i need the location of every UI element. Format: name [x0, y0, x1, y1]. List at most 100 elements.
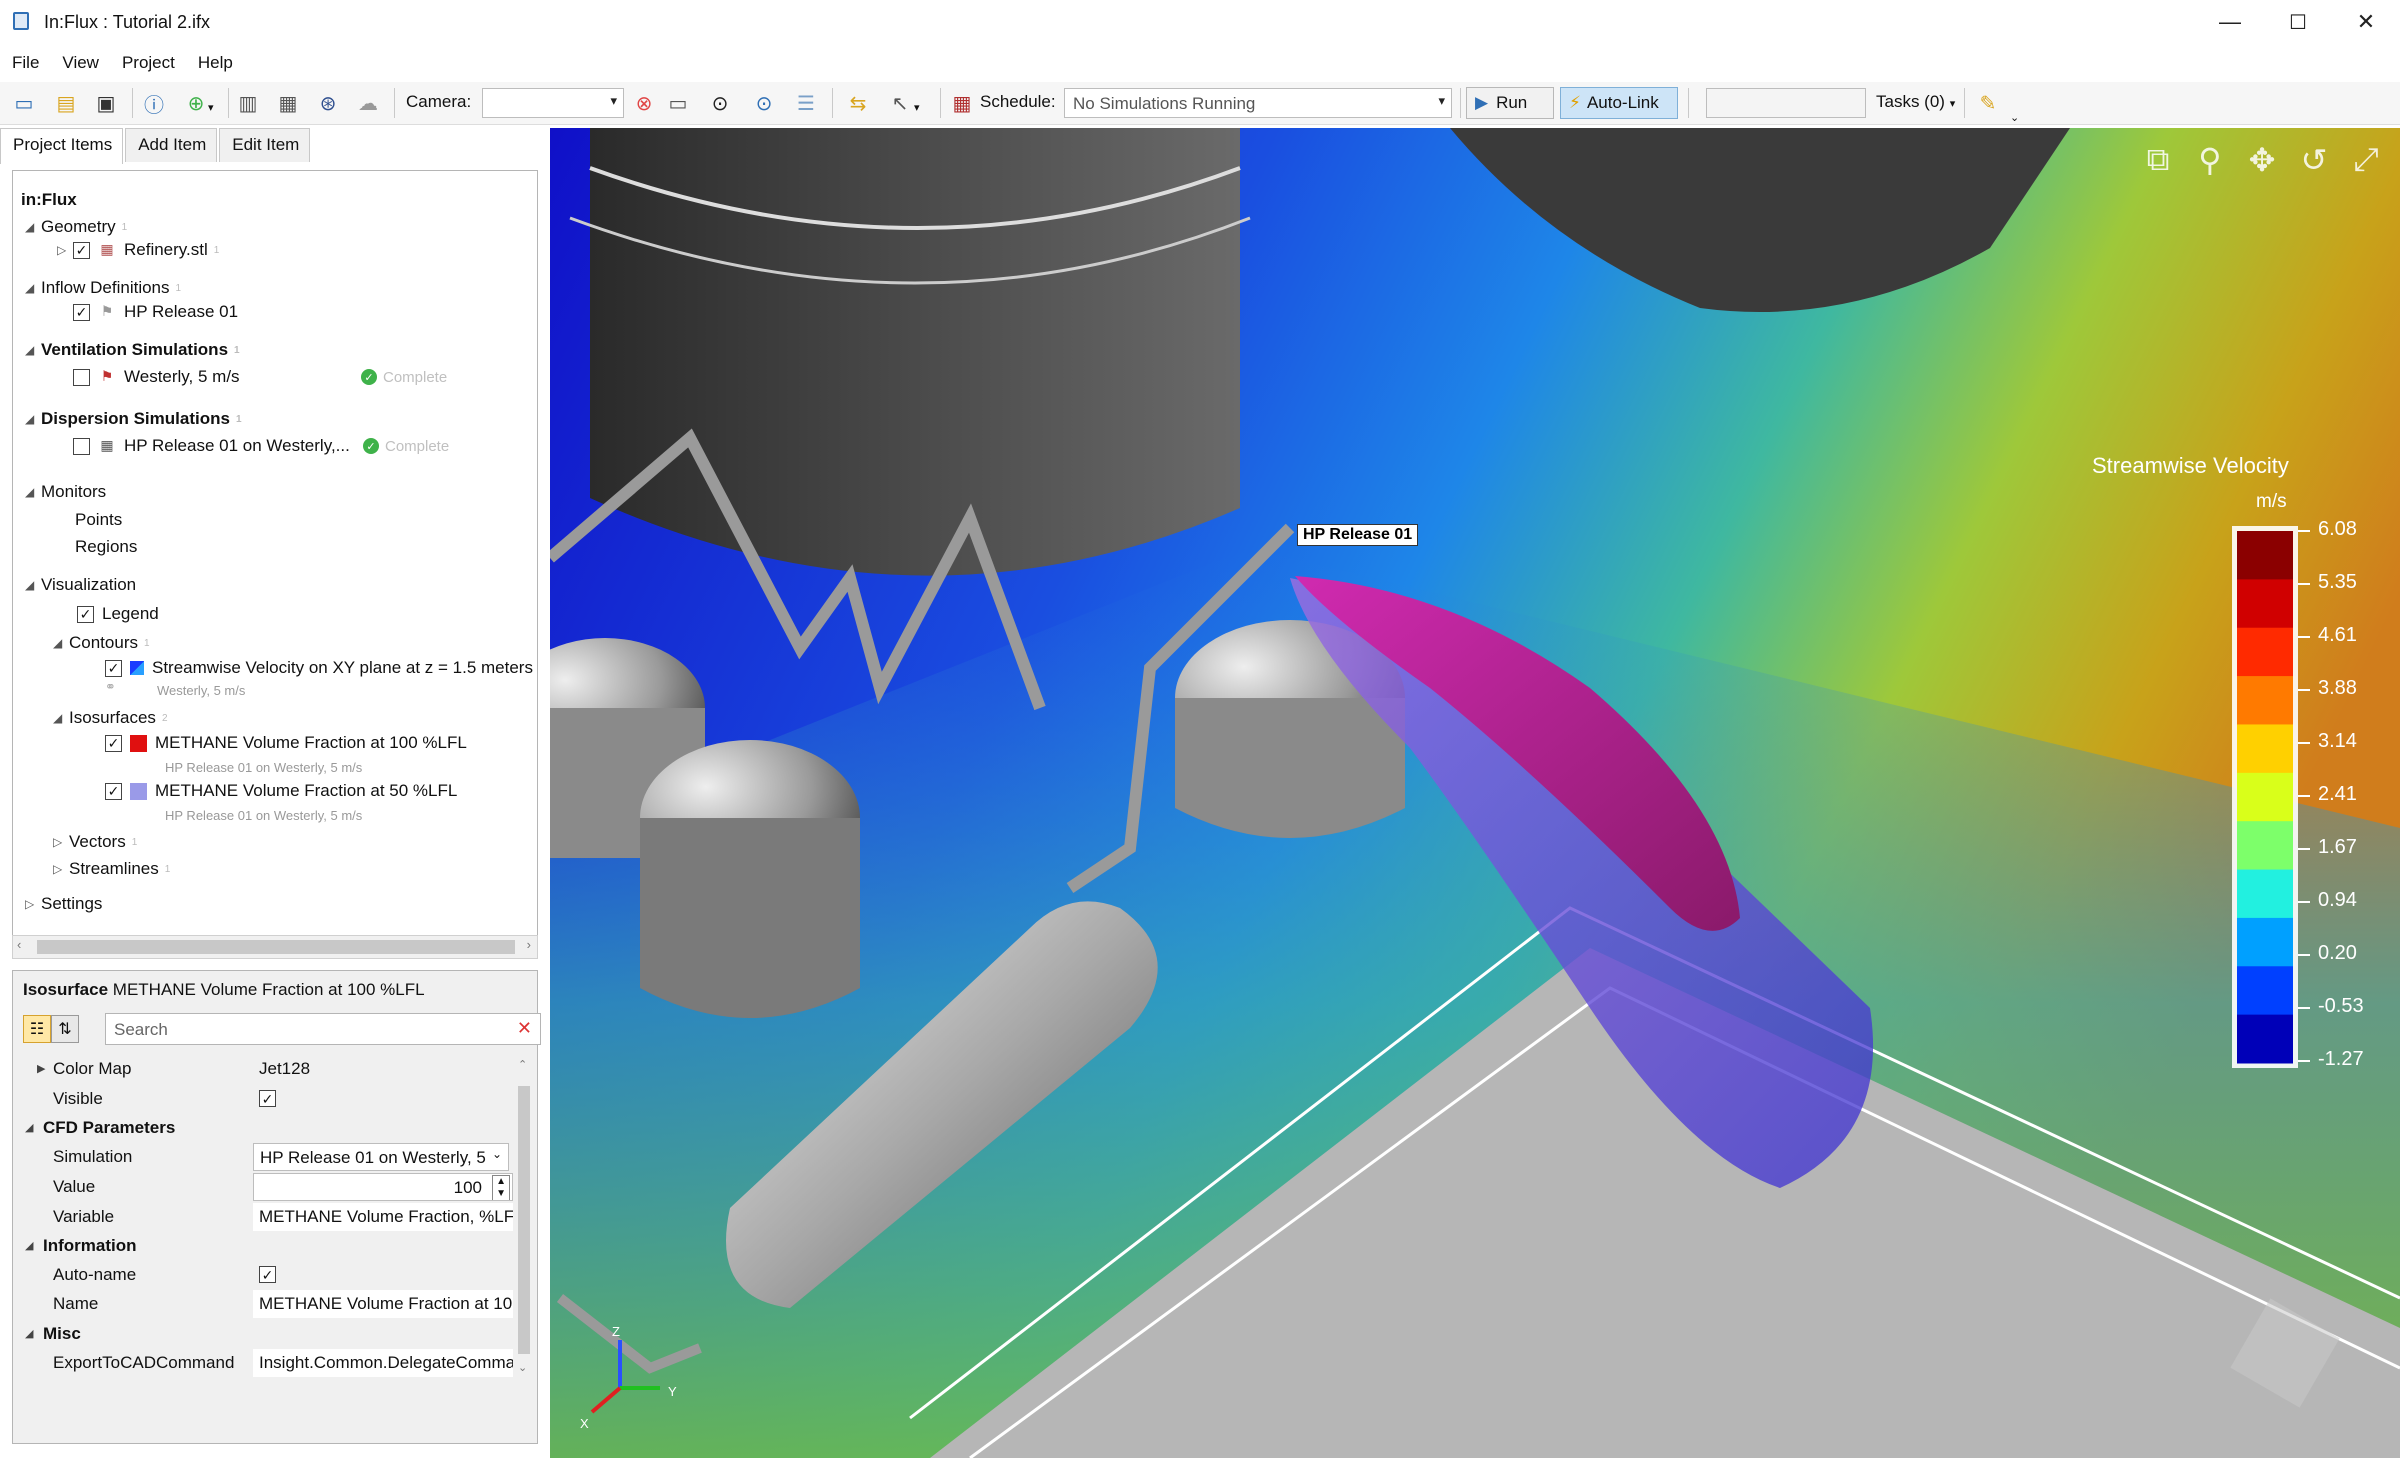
- expanded-icon[interactable]: ◢: [53, 711, 69, 725]
- tree-monitors[interactable]: ◢ Monitors: [25, 481, 106, 503]
- pointer-icon[interactable]: ↖: [888, 90, 912, 116]
- value-stepper[interactable]: 100 ▲ ▼: [253, 1172, 513, 1201]
- tree-settings[interactable]: ▷ Settings: [25, 893, 102, 915]
- camera-select[interactable]: ▾: [482, 88, 624, 118]
- collapse-arrow-icon[interactable]: ◢: [25, 1239, 33, 1252]
- prop-value[interactable]: METHANE Volume Fraction at 10(: [253, 1289, 513, 1318]
- collapsed-icon[interactable]: ▷: [57, 243, 73, 257]
- prop-row-autoname[interactable]: Auto-name ✓: [13, 1260, 525, 1289]
- scrollbar-thumb[interactable]: [518, 1086, 530, 1354]
- tree-ventilation[interactable]: ◢ Ventilation Simulations 1: [25, 339, 240, 361]
- tree-dispersion-item[interactable]: ▦ HP Release 01 on Westerly,...: [73, 435, 363, 457]
- visible-checkbox[interactable]: ✓: [259, 1090, 276, 1107]
- tree-legend[interactable]: ✓ Legend: [77, 603, 159, 625]
- auto-link-button[interactable]: ⚡ Auto-Link: [1560, 87, 1678, 119]
- target-icon[interactable]: ⊙: [708, 90, 732, 116]
- scroll-right-icon[interactable]: ›: [527, 937, 531, 952]
- tab-edit-item[interactable]: Edit Item: [219, 128, 311, 162]
- scroll-left-icon[interactable]: ‹: [17, 937, 21, 952]
- delete-camera-icon[interactable]: ⊗: [632, 90, 656, 116]
- collapse-arrow-icon[interactable]: ◢: [25, 1327, 33, 1340]
- scene-render[interactable]: Z Y X: [550, 128, 2400, 1458]
- add-item-icon[interactable]: ⊕: [184, 90, 208, 116]
- import-icon[interactable]: ⇆: [846, 90, 870, 116]
- zoom-icon[interactable]: ⚲: [2190, 140, 2230, 180]
- tab-add-item[interactable]: Add Item: [125, 128, 218, 162]
- tree-horizontal-scrollbar[interactable]: ‹ ›: [12, 935, 538, 959]
- legend-checkbox[interactable]: ✓: [77, 605, 94, 623]
- save-icon[interactable]: ▣: [94, 90, 118, 116]
- isosurface-100-checkbox[interactable]: ✓: [105, 734, 122, 752]
- clear-search-icon[interactable]: ✕: [517, 1018, 532, 1039]
- property-search-input[interactable]: Search ✕: [105, 1013, 541, 1045]
- tree-visualization[interactable]: ◢ Visualization: [25, 574, 136, 596]
- prop-category-information[interactable]: ◢ Information: [13, 1231, 525, 1260]
- isosurface-50-checkbox[interactable]: ✓: [105, 782, 122, 800]
- add-item-dropdown-icon[interactable]: ▾: [208, 94, 214, 120]
- expanded-icon[interactable]: ◢: [53, 636, 69, 650]
- refinery-checkbox[interactable]: ✓: [73, 241, 90, 259]
- expanded-icon[interactable]: ◢: [25, 412, 41, 426]
- scroll-up-icon[interactable]: ⌃: [518, 1058, 527, 1071]
- pencil-icon[interactable]: ✎: [1976, 90, 2000, 116]
- westerly-checkbox[interactable]: [73, 368, 90, 386]
- camera-icon[interactable]: ▭: [666, 90, 690, 116]
- tree-dispersion[interactable]: ◢ Dispersion Simulations 1: [25, 408, 242, 430]
- prop-value[interactable]: Jet128: [253, 1055, 513, 1083]
- overflow-icon[interactable]: ⌄: [2010, 104, 2019, 130]
- menu-help[interactable]: Help: [186, 48, 244, 80]
- scrollbar-thumb[interactable]: [37, 940, 515, 954]
- tree-hp-release[interactable]: ✓ ⚑ HP Release 01: [73, 301, 238, 323]
- prop-value[interactable]: Insight.Common.DelegateComma: [253, 1348, 513, 1377]
- stepper-arrows-icon[interactable]: ▲ ▼: [492, 1174, 510, 1200]
- expanded-icon[interactable]: ◢: [25, 485, 41, 499]
- monitor-icon[interactable]: ▦: [276, 90, 300, 116]
- prop-row-name[interactable]: Name METHANE Volume Fraction at 10(: [13, 1289, 525, 1318]
- prop-row-color-map[interactable]: ▶ Color Map Jet128: [13, 1054, 525, 1083]
- menu-file[interactable]: File: [0, 48, 50, 80]
- rotate-icon[interactable]: ↺: [2294, 140, 2334, 180]
- globe-icon[interactable]: ⊛: [316, 90, 340, 116]
- tree-regions[interactable]: Regions: [75, 536, 137, 558]
- tree-refinery[interactable]: ▷ ✓ ▦ Refinery.stl 1: [57, 239, 219, 261]
- minimize-button[interactable]: —: [2196, 0, 2264, 44]
- expanded-icon[interactable]: ◢: [25, 220, 41, 234]
- menu-view[interactable]: View: [50, 48, 110, 80]
- prop-row-export[interactable]: ExportToCADCommand Insight.Common.Delega…: [13, 1348, 525, 1377]
- prop-row-visible[interactable]: Visible ✓: [13, 1084, 525, 1113]
- tree-isosurfaces[interactable]: ◢ Isosurfaces 2: [53, 707, 168, 729]
- contour-checkbox[interactable]: ✓: [105, 659, 122, 677]
- expanded-icon[interactable]: ◢: [25, 343, 41, 357]
- prop-category-misc[interactable]: ◢ Misc: [13, 1319, 525, 1348]
- tree-contours[interactable]: ◢ Contours 1: [53, 632, 150, 654]
- menu-project[interactable]: Project: [110, 48, 186, 80]
- tree-isosurface-100[interactable]: ✓ METHANE Volume Fraction at 100 %LFL: [105, 732, 467, 754]
- scroll-down-icon[interactable]: ⌄: [518, 1361, 527, 1374]
- prop-value[interactable]: METHANE Volume Fraction, %LFL: [253, 1202, 513, 1231]
- open-project-icon[interactable]: ▤: [54, 90, 78, 116]
- expand-arrow-icon[interactable]: ▶: [37, 1062, 45, 1075]
- property-scrollbar[interactable]: ⌃ ⌄: [513, 1056, 535, 1376]
- tree-streamlines[interactable]: ▷ Streamlines 1: [53, 858, 170, 880]
- dispersion-checkbox[interactable]: [73, 437, 90, 455]
- pan-icon[interactable]: ✥: [2242, 140, 2282, 180]
- autoname-checkbox[interactable]: ✓: [259, 1266, 276, 1283]
- expanded-icon[interactable]: ◢: [25, 578, 41, 592]
- tab-project-items[interactable]: Project Items: [0, 128, 124, 164]
- hp-release-checkbox[interactable]: ✓: [73, 303, 90, 321]
- tree-geometry[interactable]: ◢ Geometry 1: [25, 216, 127, 238]
- tree-contour-item[interactable]: ✓ Streamwise Velocity on XY plane at z =…: [105, 657, 533, 679]
- 3d-viewport[interactable]: Z Y X ⧉ ⚲ ✥ ↺ ⤢ HP Release 01 Streamwise…: [550, 128, 2400, 1458]
- zoom-window-icon[interactable]: ⧉: [2138, 140, 2178, 180]
- tasks-menu[interactable]: Tasks (0) ▾: [1876, 92, 1955, 112]
- maximize-button[interactable]: ☐: [2264, 0, 2332, 44]
- close-button[interactable]: ✕: [2332, 0, 2400, 44]
- info-icon[interactable]: ⓘ: [142, 90, 166, 117]
- tree-westerly[interactable]: ⚑ Westerly, 5 m/s: [73, 366, 363, 388]
- focus-icon[interactable]: ⊙: [752, 90, 776, 116]
- prop-row-value[interactable]: Value 100 ▲ ▼: [13, 1172, 525, 1201]
- prop-category-cfd[interactable]: ◢ CFD Parameters: [13, 1113, 525, 1142]
- run-button[interactable]: ▶ Run: [1466, 87, 1554, 119]
- prop-row-simulation[interactable]: Simulation HP Release 01 on Westerly, 5 …: [13, 1142, 525, 1171]
- collapse-arrow-icon[interactable]: ◢: [25, 1121, 33, 1134]
